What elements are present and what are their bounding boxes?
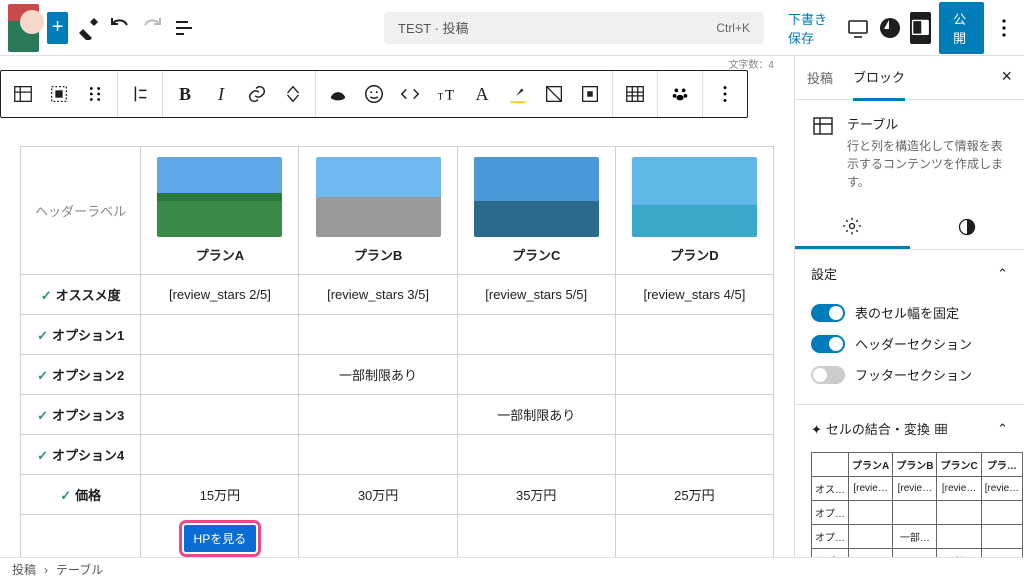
avatar[interactable] bbox=[8, 4, 39, 52]
link-button[interactable] bbox=[239, 76, 275, 112]
italic-button[interactable]: I bbox=[203, 76, 239, 112]
jetpack-icon[interactable] bbox=[878, 12, 902, 44]
header-section-toggle[interactable] bbox=[811, 335, 845, 353]
comparison-table[interactable]: ヘッダーラベル プランA プランB プランC プランD ✓オススメ度[revie… bbox=[20, 146, 774, 557]
plan-header[interactable]: プランA bbox=[141, 147, 299, 275]
check-icon: ✓ bbox=[37, 368, 48, 383]
settings-sidebar: 投稿 ブロック × テーブル 行と列を構造化して情報を表示するコンテンツを作成し… bbox=[794, 56, 1024, 557]
cell-merge-panel-header[interactable]: ✦セルの結合・変換 ⌃ bbox=[795, 405, 1024, 452]
edit-mode-button[interactable] bbox=[76, 12, 100, 44]
document-title: TEST · 投稿 bbox=[398, 18, 469, 37]
breadcrumb: 投稿 › テーブル bbox=[0, 557, 1024, 581]
word-count: 文字数：4 bbox=[728, 56, 774, 71]
table-row[interactable]: ✓オプション4 bbox=[21, 435, 774, 475]
svg-text:T: T bbox=[445, 88, 454, 104]
check-icon: ✓ bbox=[37, 448, 48, 463]
preview-desktop-button[interactable] bbox=[846, 12, 870, 44]
sango-icon[interactable] bbox=[320, 76, 356, 112]
highlight-button[interactable] bbox=[500, 76, 536, 112]
table-block-icon bbox=[811, 114, 835, 138]
add-block-button[interactable]: + bbox=[47, 12, 68, 44]
check-icon: ✓ bbox=[37, 328, 48, 343]
undo-button[interactable] bbox=[108, 12, 132, 44]
clear-format-button[interactable] bbox=[572, 76, 608, 112]
subtab-settings[interactable] bbox=[795, 205, 910, 249]
block-description: 行と列を構造化して情報を表示するコンテンツを作成します。 bbox=[847, 137, 1008, 191]
settings-panel-header[interactable]: 設定⌃ bbox=[795, 250, 1024, 297]
block-more-button[interactable] bbox=[707, 76, 743, 112]
select-cell-button[interactable] bbox=[41, 76, 77, 112]
check-icon: ✓ bbox=[60, 488, 71, 503]
breadcrumb-separator: › bbox=[44, 563, 48, 577]
top-bar: + TEST · 投稿 Ctrl+K 下書き保存 公開 bbox=[0, 0, 1024, 56]
chevron-up-icon: ⌃ bbox=[997, 266, 1008, 282]
hp-link-button[interactable]: HPを見る bbox=[184, 525, 257, 552]
table-row[interactable]: ✓オプション3一部制限あり bbox=[21, 395, 774, 435]
document-overview-button[interactable] bbox=[172, 12, 196, 44]
tab-block[interactable]: ブロック bbox=[853, 56, 905, 101]
more-options-button[interactable] bbox=[992, 12, 1016, 44]
background-color-button[interactable] bbox=[536, 76, 572, 112]
subtab-styles[interactable] bbox=[910, 205, 1024, 249]
paw-icon: ✦ bbox=[811, 422, 822, 437]
breadcrumb-table[interactable]: テーブル bbox=[56, 561, 103, 578]
plan-image bbox=[632, 157, 757, 237]
table-row[interactable]: ✓価格15万円30万円35万円25万円 bbox=[21, 475, 774, 515]
editor-canvas: 文字数：4 B I TT A bbox=[0, 56, 794, 557]
svg-text:T: T bbox=[438, 92, 444, 102]
sidebar-toggle-button[interactable] bbox=[910, 12, 931, 44]
plan-header[interactable]: プランB bbox=[299, 147, 457, 275]
emoji-button[interactable] bbox=[356, 76, 392, 112]
plan-header[interactable]: プランD bbox=[615, 147, 773, 275]
table-row[interactable]: ✓オススメ度[review_stars 2/5][review_stars 3/… bbox=[21, 275, 774, 315]
block-type-button[interactable] bbox=[5, 76, 41, 112]
bold-button[interactable]: B bbox=[167, 76, 203, 112]
plan-image bbox=[474, 157, 599, 237]
table-row[interactable]: ✓オプション1 bbox=[21, 315, 774, 355]
more-rich-text-button[interactable] bbox=[275, 76, 311, 112]
text-color-button[interactable]: A bbox=[464, 76, 500, 112]
header-label-cell[interactable]: ヘッダーラベル bbox=[21, 147, 141, 275]
paw-icon[interactable] bbox=[662, 76, 698, 112]
shortcut-hint: Ctrl+K bbox=[716, 21, 750, 35]
close-sidebar-button[interactable]: × bbox=[1001, 66, 1012, 87]
document-title-bar[interactable]: TEST · 投稿 Ctrl+K bbox=[384, 12, 764, 44]
save-draft-button[interactable]: 下書き保存 bbox=[780, 3, 838, 53]
align-button[interactable] bbox=[122, 76, 158, 112]
check-icon: ✓ bbox=[37, 408, 48, 423]
font-size-button[interactable]: TT bbox=[428, 76, 464, 112]
table-row[interactable]: ✓オプション2一部制限あり bbox=[21, 355, 774, 395]
tab-post[interactable]: 投稿 bbox=[807, 56, 833, 99]
table-row[interactable]: HPを見る bbox=[21, 515, 774, 558]
plan-image bbox=[316, 157, 441, 237]
plan-header[interactable]: プランC bbox=[457, 147, 615, 275]
fixed-width-toggle[interactable] bbox=[811, 304, 845, 322]
redo-button[interactable] bbox=[140, 12, 164, 44]
edit-table-button[interactable] bbox=[617, 76, 653, 112]
block-toolbar: B I TT A bbox=[0, 70, 748, 118]
move-button[interactable] bbox=[77, 76, 113, 112]
publish-button[interactable]: 公開 bbox=[939, 2, 984, 54]
footer-section-toggle[interactable] bbox=[811, 366, 845, 384]
mini-table-preview[interactable]: プランAプランBプランCプラ… オス…[revie…[revie…[revie…… bbox=[811, 452, 1023, 557]
breadcrumb-post[interactable]: 投稿 bbox=[12, 561, 36, 578]
check-icon: ✓ bbox=[41, 288, 52, 303]
code-button[interactable] bbox=[392, 76, 428, 112]
plan-image bbox=[157, 157, 282, 237]
chevron-up-icon: ⌃ bbox=[997, 421, 1008, 437]
block-title: テーブル bbox=[847, 114, 1008, 133]
